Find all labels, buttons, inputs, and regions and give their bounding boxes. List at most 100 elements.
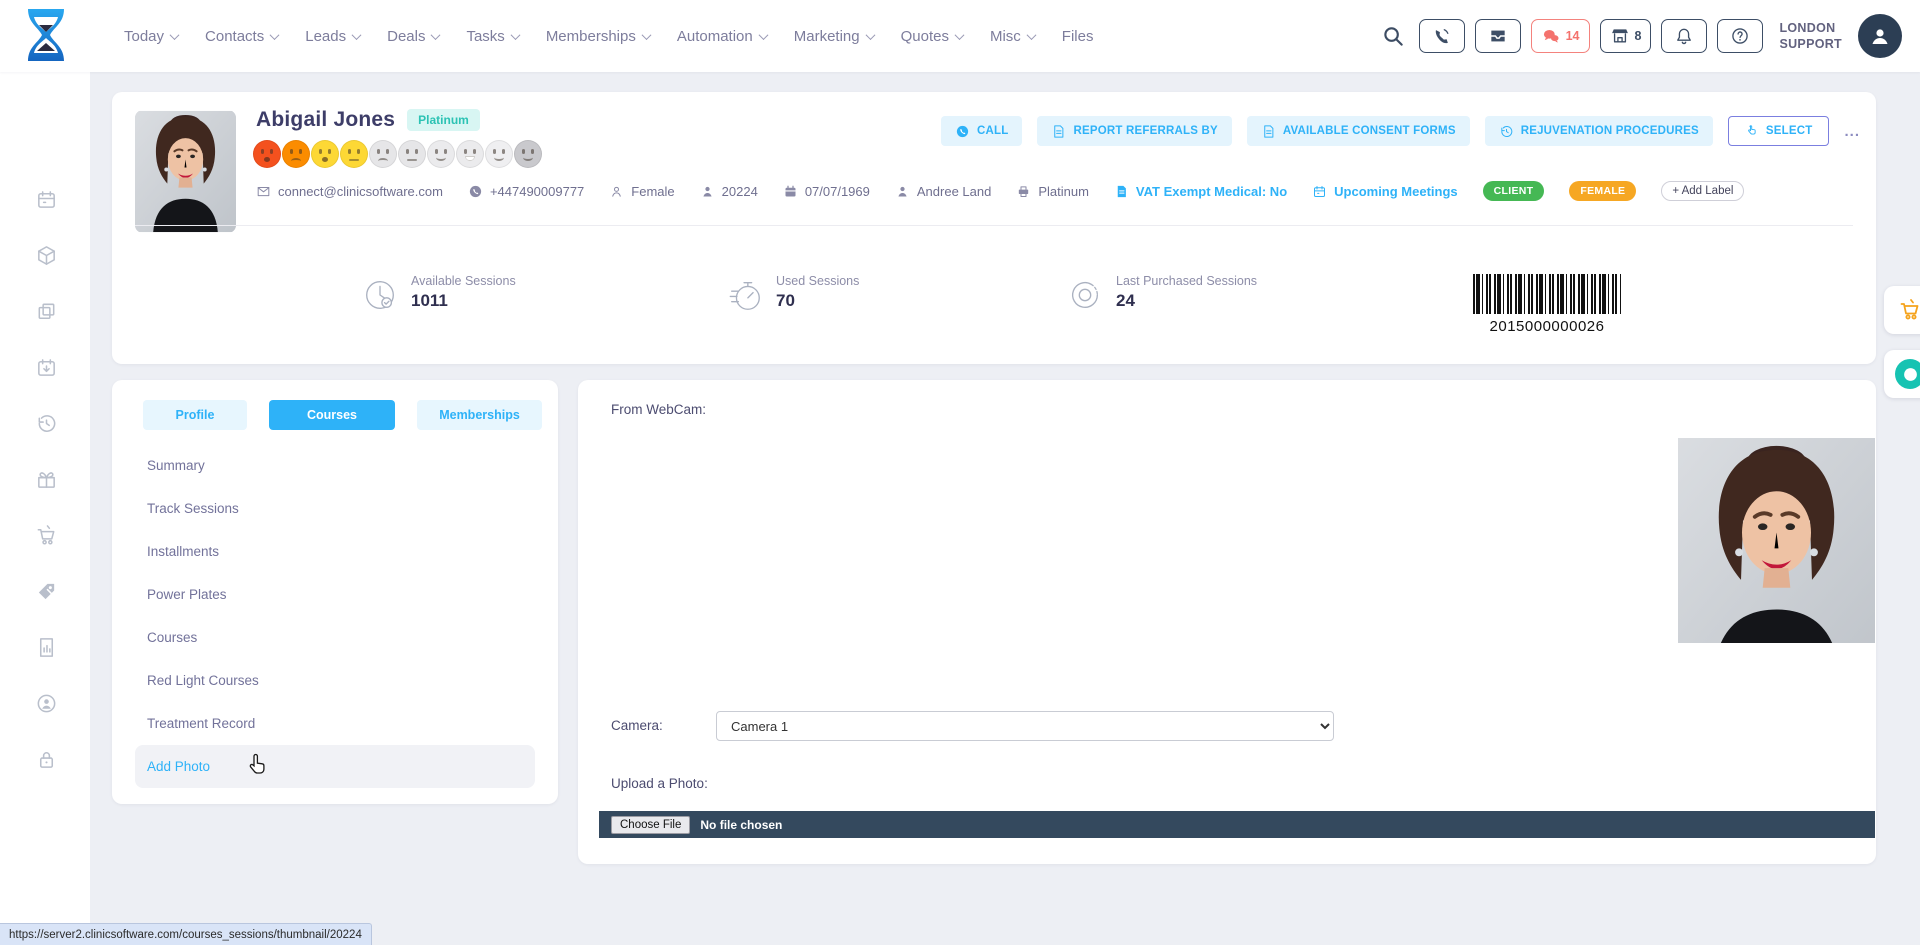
search-icon[interactable] — [1382, 25, 1405, 48]
chevron-down-icon — [270, 30, 280, 40]
user-avatar[interactable] — [1858, 14, 1902, 58]
floating-cart-button[interactable] — [1884, 286, 1920, 334]
cursor-hand-icon — [245, 753, 269, 779]
client-photo[interactable] — [135, 110, 236, 233]
nav-label: Quotes — [901, 28, 949, 45]
rail-history-icon[interactable] — [34, 411, 58, 435]
tier-badge: Platinum — [407, 109, 480, 131]
nav-marketing[interactable]: Marketing — [794, 28, 874, 45]
menu-summary[interactable]: Summary — [135, 444, 535, 487]
add-label-button[interactable]: + Add Label — [1661, 181, 1744, 201]
tab-memberships[interactable]: Memberships — [417, 400, 542, 430]
calendar-icon — [1312, 184, 1327, 199]
stat-used-sessions: Used Sessions70 — [726, 274, 859, 314]
nav-automation[interactable]: Automation — [677, 28, 767, 45]
menu-courses[interactable]: Courses — [135, 616, 535, 659]
nav-today[interactable]: Today — [124, 28, 178, 45]
chevron-down-icon — [510, 30, 520, 40]
rail-calendar-import-icon[interactable] — [34, 355, 58, 379]
mood-face-2[interactable] — [282, 140, 310, 168]
mood-face-8[interactable] — [456, 140, 484, 168]
floating-phone-button[interactable] — [1884, 350, 1920, 398]
notifications-button[interactable] — [1661, 19, 1707, 53]
person-filled-icon — [895, 184, 910, 199]
mood-face-7[interactable] — [427, 140, 455, 168]
rejuvenation-button[interactable]: REJUVENATION PROCEDURES — [1485, 116, 1713, 146]
nav-misc[interactable]: Misc — [990, 28, 1035, 45]
chat-button[interactable]: 14 — [1531, 19, 1590, 53]
mood-face-9[interactable] — [485, 140, 513, 168]
rail-gift-icon[interactable] — [34, 467, 58, 491]
clinicsoftware-logo[interactable] — [24, 7, 68, 63]
tab-profile[interactable]: Profile — [143, 400, 247, 430]
more-options-button[interactable]: ... — [1844, 123, 1860, 140]
consent-forms-button[interactable]: AVAILABLE CONSENT FORMS — [1247, 116, 1470, 146]
client-phone[interactable]: +447490009777 — [468, 184, 584, 199]
nav-label: Automation — [677, 28, 753, 45]
tab-courses[interactable]: Courses — [269, 400, 395, 430]
stat-last-purchased: Last Purchased Sessions24 — [1066, 274, 1257, 314]
status-url-bar: https://server2.clinicsoftware.com/cours… — [0, 923, 372, 945]
client-dob: 07/07/1969 — [783, 184, 870, 199]
inbox-button[interactable] — [1475, 19, 1521, 53]
client-membership: Platinum — [1016, 184, 1089, 199]
top-bar: Today Contacts Leads Deals Tasks Members… — [0, 0, 1920, 72]
rail-copy-icon[interactable] — [34, 299, 58, 323]
call-button[interactable]: CALL — [941, 116, 1022, 146]
report-referrals-button[interactable]: REPORT REFERRALS BY — [1037, 116, 1231, 146]
chevron-down-icon — [955, 30, 965, 40]
client-label-badge[interactable]: CLIENT — [1483, 181, 1545, 201]
icon-rail — [0, 72, 90, 945]
chevron-down-icon — [641, 30, 651, 40]
nav-contacts[interactable]: Contacts — [205, 28, 278, 45]
mood-face-10[interactable] — [514, 140, 542, 168]
dialer-button[interactable] — [1419, 19, 1465, 53]
menu-add-photo[interactable]: Add Photo — [135, 745, 535, 788]
file-input-bar[interactable]: Choose File No file chosen — [599, 811, 1875, 838]
courses-menu: Summary Track Sessions Installments Powe… — [135, 444, 535, 788]
nav-label: Marketing — [794, 28, 860, 45]
client-barcode: 2015000000026 — [1473, 274, 1621, 335]
nav-tasks[interactable]: Tasks — [466, 28, 518, 45]
nav-deals[interactable]: Deals — [387, 28, 439, 45]
menu-power-plates[interactable]: Power Plates — [135, 573, 535, 616]
mood-face-4[interactable] — [340, 140, 368, 168]
vat-exempt-link[interactable]: VAT Exempt Medical: No — [1114, 184, 1287, 199]
shop-button[interactable]: 8 — [1600, 19, 1652, 53]
mood-face-6[interactable] — [398, 140, 426, 168]
rail-cart-icon[interactable] — [34, 523, 58, 547]
rail-package-icon[interactable] — [34, 243, 58, 267]
camera-select[interactable]: Camera 1 — [716, 711, 1334, 741]
nav-leads[interactable]: Leads — [305, 28, 360, 45]
rail-lock-icon[interactable] — [34, 747, 58, 771]
nav-quotes[interactable]: Quotes — [901, 28, 963, 45]
rail-report-icon[interactable] — [34, 635, 58, 659]
nav-memberships[interactable]: Memberships — [546, 28, 650, 45]
nav-files[interactable]: Files — [1062, 28, 1094, 45]
rail-price-tag-icon[interactable] — [34, 579, 58, 603]
webcam-preview-photo — [1678, 438, 1875, 643]
menu-treatment-record[interactable]: Treatment Record — [135, 702, 535, 745]
female-label-badge[interactable]: FEMALE — [1569, 181, 1636, 201]
chevron-down-icon — [1026, 30, 1036, 40]
client-email[interactable]: connect@clinicsoftware.com — [256, 184, 443, 199]
menu-red-light-courses[interactable]: Red Light Courses — [135, 659, 535, 702]
menu-installments[interactable]: Installments — [135, 530, 535, 573]
choose-file-button[interactable]: Choose File — [611, 816, 690, 834]
chevron-down-icon — [758, 30, 768, 40]
mood-face-5[interactable] — [369, 140, 397, 168]
upcoming-meetings-link[interactable]: Upcoming Meetings — [1312, 184, 1458, 199]
chevron-down-icon — [865, 30, 875, 40]
client-referral: Andree Land — [895, 184, 991, 199]
rail-account-icon[interactable] — [34, 691, 58, 715]
select-button[interactable]: SELECT — [1728, 116, 1830, 146]
mood-face-3[interactable] — [311, 140, 339, 168]
help-button[interactable] — [1717, 19, 1763, 53]
client-gender: Female — [609, 184, 674, 199]
menu-track-sessions[interactable]: Track Sessions — [135, 487, 535, 530]
mood-face-1[interactable] — [253, 140, 281, 168]
shop-count-badge: 8 — [1635, 29, 1642, 43]
phone-icon — [468, 184, 483, 199]
rail-calendar-icon[interactable] — [34, 187, 58, 211]
membership-icon — [1016, 184, 1031, 199]
